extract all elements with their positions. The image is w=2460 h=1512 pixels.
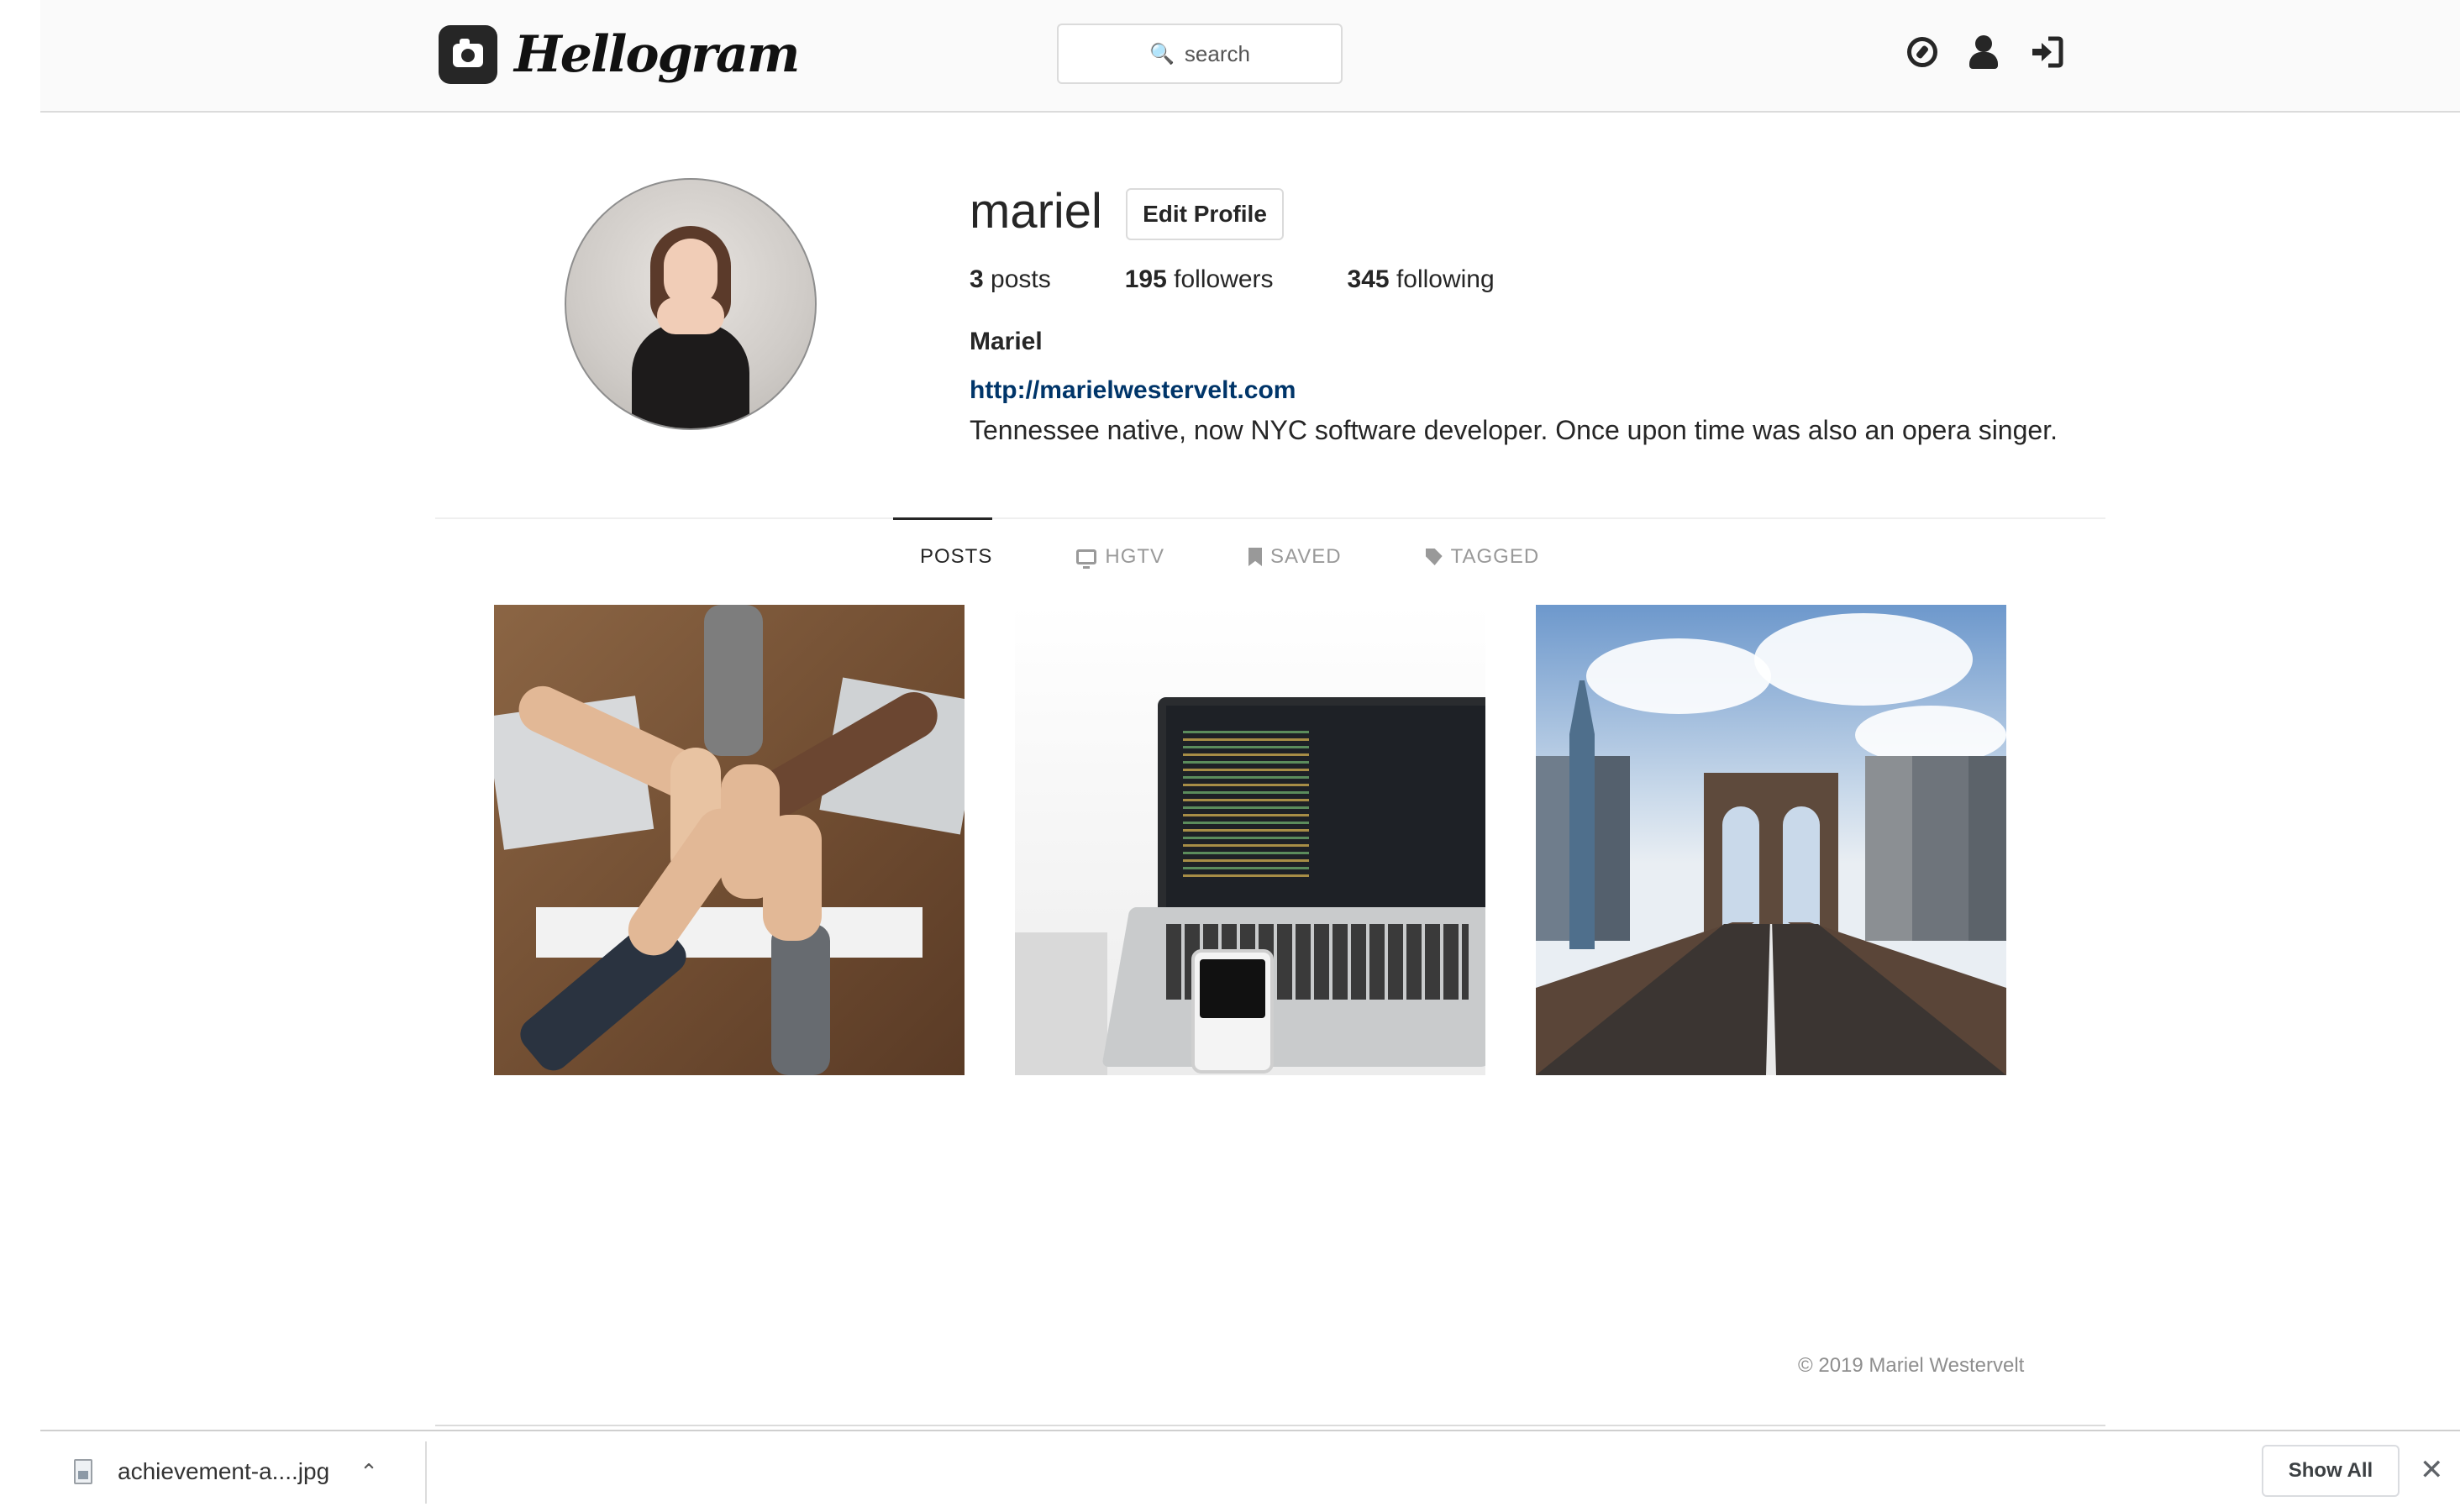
- posts-count: 3: [970, 265, 984, 293]
- post-brooklyn-bridge[interactable]: [1536, 605, 2006, 1075]
- tab-posts[interactable]: POSTS: [893, 517, 993, 595]
- post-laptop-code[interactable]: [1015, 605, 1485, 1075]
- download-file-name: achievement-a....jpg: [118, 1458, 330, 1484]
- following-count: 345: [1347, 265, 1390, 293]
- followers-label: followers: [1174, 265, 1274, 293]
- tab-tagged[interactable]: TAGGED: [1425, 519, 1540, 595]
- followers-count: 195: [1124, 265, 1167, 293]
- download-bar: achievement-a....jpg ⌃ Show All ✕: [40, 1430, 2460, 1512]
- sign-in-icon[interactable]: [2030, 34, 2063, 71]
- profile-username: mariel: [970, 184, 1102, 239]
- avatar[interactable]: [565, 178, 817, 430]
- profile-full-name: Mariel: [970, 328, 1043, 355]
- tv-icon: [1076, 549, 1097, 569]
- search-placeholder: search: [1184, 40, 1250, 66]
- logo[interactable]: Hellogram: [439, 25, 800, 84]
- camera-icon: [439, 25, 497, 84]
- nav-icons: [1905, 34, 2063, 71]
- grid-icon: [893, 548, 912, 566]
- tab-posts-label: POSTS: [920, 545, 993, 568]
- tab-hgtv[interactable]: HGTV: [1076, 519, 1164, 595]
- show-all-button[interactable]: Show All: [2262, 1445, 2400, 1497]
- image-file-icon: [74, 1459, 92, 1484]
- page: Hellogram 🔍 search mariel Edit Profile 3…: [40, 0, 2460, 1512]
- tag-icon: [1425, 549, 1443, 565]
- bookmark-icon: [1248, 548, 1263, 566]
- search-icon: 🔍: [1149, 42, 1175, 66]
- following-stat[interactable]: 345 following: [1348, 265, 1495, 294]
- search-input[interactable]: 🔍 search: [1057, 24, 1343, 84]
- tab-saved[interactable]: SAVED: [1248, 519, 1342, 595]
- tab-saved-label: SAVED: [1270, 545, 1342, 568]
- copyright-text: © 2019 Mariel Westervelt: [1798, 1354, 2025, 1377]
- posts-stat: 3 posts: [970, 265, 1051, 294]
- followers-stat[interactable]: 195 followers: [1125, 265, 1274, 294]
- profile-bio: Tennessee native, now NYC software devel…: [970, 415, 2058, 445]
- tab-tagged-label: TAGGED: [1450, 545, 1540, 568]
- top-nav: Hellogram 🔍 search: [40, 0, 2460, 113]
- chevron-up-icon[interactable]: ⌃: [360, 1459, 378, 1485]
- user-icon[interactable]: [1968, 34, 2001, 71]
- logo-text: Hellogram: [514, 25, 800, 84]
- post-hands-together[interactable]: [494, 605, 965, 1075]
- compass-icon[interactable]: [1905, 34, 1939, 71]
- profile-website-link[interactable]: http://marielwestervelt.com: [970, 376, 1296, 405]
- footer-divider: [435, 1425, 2105, 1426]
- download-item[interactable]: achievement-a....jpg ⌃: [74, 1431, 378, 1512]
- edit-profile-button[interactable]: Edit Profile: [1126, 188, 1284, 240]
- following-label: following: [1396, 265, 1495, 293]
- profile-stats: 3 posts 195 followers 345 following: [970, 265, 1569, 294]
- close-icon[interactable]: ✕: [2420, 1453, 2444, 1487]
- download-separator: [425, 1441, 427, 1504]
- posts-label: posts: [991, 265, 1051, 293]
- tab-hgtv-label: HGTV: [1105, 545, 1165, 568]
- profile-tabs: POSTS HGTV SAVED TAGGED: [893, 517, 1623, 595]
